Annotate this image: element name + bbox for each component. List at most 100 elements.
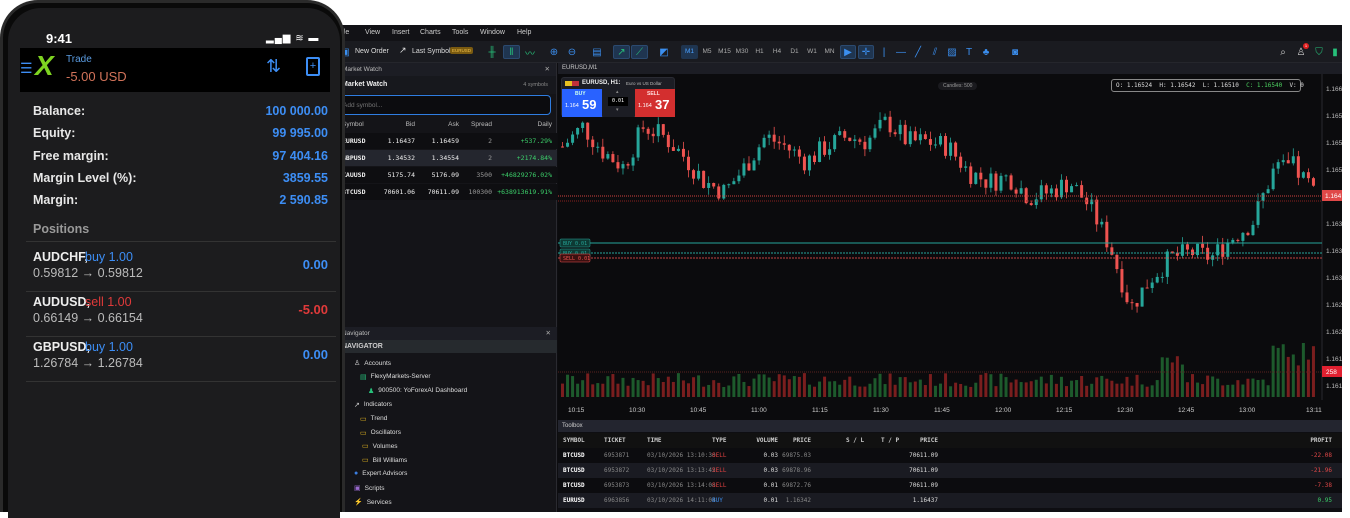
toolbox-column-3[interactable]: TYPE [712, 433, 726, 448]
tile-windows-icon[interactable]: ▤ [590, 45, 604, 59]
bar-chart-icon[interactable]: ╫ [485, 45, 499, 59]
decrease-icon[interactable]: ▾ [616, 107, 619, 113]
column-spread[interactable]: Spread [471, 117, 492, 133]
candle-body [979, 173, 982, 180]
navigator-item-server[interactable]: ▤FlexyMarkets-Server [360, 373, 431, 381]
lot-input[interactable]: 0.01 [608, 97, 628, 106]
add-symbol-input[interactable] [336, 95, 551, 115]
volume-bar [1241, 385, 1244, 397]
position-item[interactable]: GBPUSD,buy 1.001.26784 → 1.267840.00 [33, 337, 328, 381]
navigator-item-expert-advisors[interactable]: ●Expert Advisors [354, 470, 407, 477]
volume-bar [697, 375, 700, 397]
candle-body [798, 150, 801, 157]
position-item[interactable]: AUDUSD,sell 1.000.66149 → 0.66154-5.00 [33, 292, 328, 336]
last-symbol-badge[interactable]: EURUSD [450, 47, 473, 54]
zoom-in-icon[interactable]: ⊕ [547, 45, 561, 59]
candle-body [561, 147, 564, 148]
line-chart-icon[interactable]: 〰 [523, 45, 537, 59]
column-daily[interactable]: Daily [538, 117, 552, 133]
close-icon[interactable]: ✕ [545, 63, 550, 76]
horizontal-line-icon[interactable]: — [895, 45, 907, 59]
market-watch-row[interactable]: GBPUSD1.345321.345542+2174.84% [340, 150, 557, 166]
toolbox-column-7[interactable]: T / P [881, 433, 899, 448]
navigator-item-oscillators[interactable]: ▭Oscillators [360, 429, 401, 437]
navigator-item-volumes[interactable]: ▭Volumes [362, 442, 398, 450]
navigator-item-bill-williams[interactable]: ▭Bill Williams [362, 456, 407, 464]
crosshair-icon[interactable]: ✛ [858, 45, 874, 59]
shapes-icon[interactable]: ♣ [980, 45, 992, 59]
timeframe-m1[interactable]: M1 [681, 45, 698, 59]
toolbox-column-6[interactable]: S / L [846, 433, 864, 448]
menu-view[interactable]: View [365, 29, 380, 36]
timeframe-h4[interactable]: H4 [769, 45, 786, 59]
toolbox-column-5[interactable]: PRICE [793, 433, 811, 448]
close-icon[interactable]: ✕ [546, 327, 551, 340]
toolbox-column-1[interactable]: TICKET [604, 433, 626, 448]
shield-icon[interactable]: ⛉ [1313, 45, 1325, 59]
zoom-out-icon[interactable]: ⊖ [565, 45, 579, 59]
menu-tools[interactable]: Tools [452, 29, 468, 36]
navigator-item-trend[interactable]: ▭Trend [360, 415, 387, 423]
screenshot-icon[interactable]: ◙ [1009, 45, 1021, 59]
toolbox-column-2[interactable]: TIME [647, 433, 661, 448]
candle-body [863, 142, 866, 149]
buy-button[interactable]: BUY 1.164 59 [562, 89, 602, 117]
cursor-icon[interactable]: ▶ [840, 45, 856, 59]
volume-bar [763, 374, 766, 397]
market-watch-row[interactable]: BTCUSD70601.0670611.09100300+638913619.9… [340, 184, 557, 200]
menu-icon[interactable]: ☰ [20, 60, 33, 77]
timeframe-m30[interactable]: M30 [734, 45, 751, 59]
navigator-item-accounts[interactable]: ♙Accounts [354, 359, 391, 367]
timeframe-h1[interactable]: H1 [751, 45, 768, 59]
toolbox-column-9[interactable]: PROFIT [1310, 433, 1332, 448]
increase-icon[interactable]: ▴ [616, 89, 619, 95]
volume-bar [833, 381, 836, 397]
lot-stepper[interactable]: ▴ 0.01 ▾ [603, 89, 634, 117]
timeframe-m15[interactable]: M15 [716, 45, 733, 59]
market-watch-row[interactable]: XAUUSD5175.745176.093500+46829276.02% [340, 167, 557, 183]
sort-icon[interactable]: ⇅ [266, 56, 281, 77]
text-icon[interactable]: T [963, 45, 975, 59]
market-watch-row[interactable]: EURUSD1.164371.164592+537.29% [340, 133, 557, 149]
column-symbol[interactable]: Symbol [342, 117, 364, 133]
account-label: Free margin: [33, 149, 109, 163]
fibonacci-icon[interactable]: ▨ [946, 45, 958, 59]
navigator-item-account-entry[interactable]: ♟900500: YoForexAI Dashboard [368, 387, 467, 395]
vertical-line-icon[interactable]: | [878, 45, 890, 59]
new-order-icon[interactable]: + [306, 57, 320, 76]
connection-status-icon[interactable]: ▮ [1330, 45, 1340, 59]
toolbox-column-0[interactable]: SYMBOL [563, 433, 585, 448]
menu-charts[interactable]: Charts [420, 29, 441, 36]
indicators-icon[interactable]: ◩ [657, 45, 671, 59]
autoscroll-icon[interactable]: ↗ [613, 45, 630, 59]
last-symbol-button[interactable]: Last Symbol [412, 48, 451, 55]
new-order-button[interactable]: New Order [355, 48, 389, 55]
navigator-item-indicators[interactable]: ↗Indicators [354, 401, 392, 409]
timeframe-d1[interactable]: D1 [786, 45, 803, 59]
chart-tab[interactable]: EURUSD,M1 [558, 63, 1342, 74]
position-row[interactable]: EURUSD696385603/10/2026 14:11:04BUY0.011… [558, 493, 1342, 508]
navigator-item-services[interactable]: ⚡Services [354, 498, 392, 506]
price-chart[interactable]: 1.1661.1651.1651.1651.1641.1631.1631.163… [558, 74, 1342, 425]
chart-shift-icon[interactable]: ⟋ [631, 45, 648, 59]
column-ask[interactable]: Ask [448, 117, 459, 133]
channel-icon[interactable]: ⫽ [929, 45, 941, 59]
sell-button[interactable]: SELL 1.164 37 [635, 89, 675, 117]
menu-window[interactable]: Window [480, 29, 505, 36]
toolbox-column-4[interactable]: VOLUME [756, 433, 778, 448]
timeframe-mn[interactable]: MN [821, 45, 838, 59]
position-item[interactable]: AUDCHF,buy 1.000.59812 → 0.598120.00 [33, 247, 328, 291]
toolbox-column-8[interactable]: PRICE [920, 433, 938, 448]
position-row[interactable]: BTCUSD695387203/10/2026 13:13:42SELL0.03… [558, 463, 1342, 478]
menu-insert[interactable]: Insert [392, 29, 410, 36]
menu-help[interactable]: Help [517, 29, 531, 36]
navigator-item-scripts[interactable]: ▣Scripts [354, 484, 385, 492]
column-bid[interactable]: Bid [406, 117, 415, 133]
position-row[interactable]: BTCUSD695387303/10/2026 13:14:08SELL0.01… [558, 478, 1342, 493]
candlestick-icon[interactable]: ǁ [503, 45, 520, 59]
trendline-icon[interactable]: ╱ [912, 45, 924, 59]
timeframe-m5[interactable]: M5 [699, 45, 716, 59]
position-row[interactable]: BTCUSD695387103/10/2026 13:10:30SELL0.03… [558, 448, 1342, 463]
search-icon[interactable]: ⌕ [1277, 45, 1289, 59]
timeframe-w1[interactable]: W1 [804, 45, 821, 59]
